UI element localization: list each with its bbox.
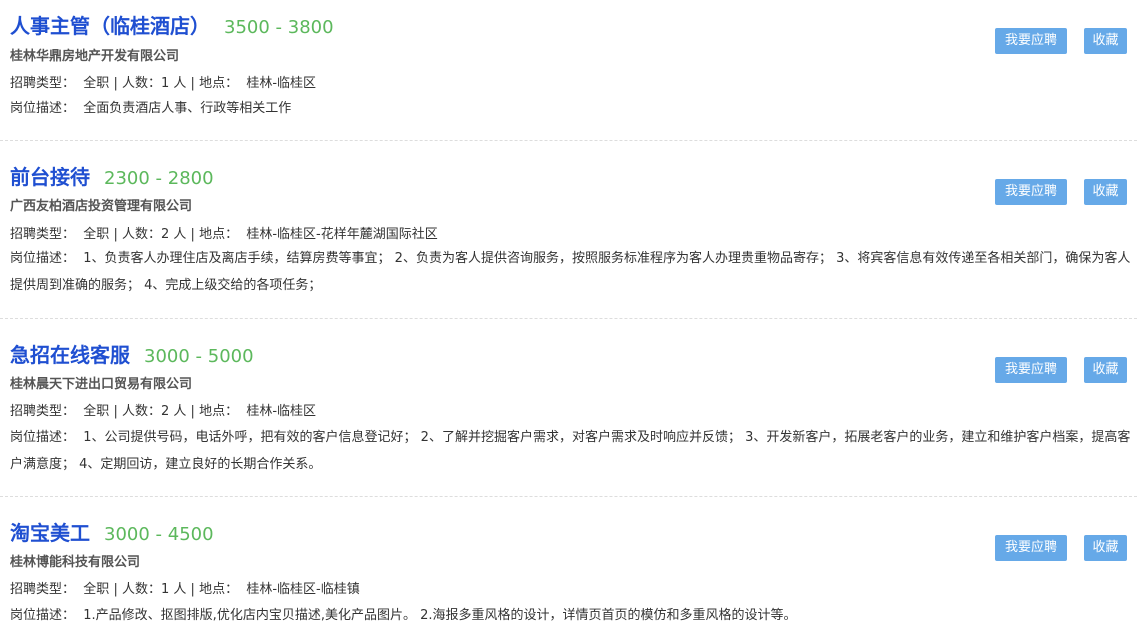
job-count: 2 人 xyxy=(160,404,187,419)
company-name[interactable]: 桂林博能科技有限公司 xyxy=(10,551,140,570)
type-label: 招聘类型： xyxy=(10,582,76,597)
company-name[interactable]: 广西友柏酒店投资管理有限公司 xyxy=(10,195,192,214)
location-label: 地点： xyxy=(199,227,239,242)
job-title-link[interactable]: 人事主管（临桂酒店） xyxy=(10,14,210,38)
job-count: 2 人 xyxy=(160,227,187,242)
apply-button[interactable]: 我要应聘 xyxy=(995,179,1067,205)
count-label: 人数： xyxy=(121,227,161,242)
job-location: 桂林-临桂区 xyxy=(246,76,317,91)
favorite-button[interactable]: 收藏 xyxy=(1084,535,1127,561)
desc-text: 1、负责客人办理住店及离店手续，结算房费等事宜； 2、负责为客人提供咨询服务，按… xyxy=(10,251,1131,293)
job-count: 1 人 xyxy=(160,582,187,597)
job-type: 全职 xyxy=(83,404,110,419)
job-info: 招聘类型： 全职 | 人数：2 人 | 地点： 桂林-临桂区-花样年麓湖国际社区 xyxy=(10,227,438,242)
job-info: 招聘类型： 全职 | 人数：2 人 | 地点： 桂林-临桂区 xyxy=(10,404,317,419)
job-title-link[interactable]: 前台接待 xyxy=(10,165,90,189)
job-count: 1 人 xyxy=(160,76,187,91)
job-title-row: 人事主管（临桂酒店） 3500 - 3800 xyxy=(10,10,334,39)
count-label: 人数： xyxy=(121,582,161,597)
location-label: 地点： xyxy=(199,404,239,419)
location-label: 地点： xyxy=(199,76,239,91)
job-salary: 2300 - 2800 xyxy=(104,168,214,189)
type-label: 招聘类型： xyxy=(10,76,76,91)
company-name[interactable]: 桂林华鼎房地产开发有限公司 xyxy=(10,45,179,64)
job-location: 桂林-临桂区 xyxy=(246,404,317,419)
desc-text: 1.产品修改、抠图排版,优化店内宝贝描述,美化产品图片。 2.海报多重风格的设计… xyxy=(83,608,797,623)
job-type: 全职 xyxy=(83,76,110,91)
apply-button[interactable]: 我要应聘 xyxy=(995,28,1067,54)
apply-button[interactable]: 我要应聘 xyxy=(995,535,1067,561)
desc-text: 全面负责酒店人事、行政等相关工作 xyxy=(83,101,292,116)
job-info: 招聘类型： 全职 | 人数：1 人 | 地点： 桂林-临桂区-临桂镇 xyxy=(10,582,360,597)
desc-label: 岗位描述： xyxy=(10,430,76,445)
job-info: 招聘类型： 全职 | 人数：1 人 | 地点： 桂林-临桂区 xyxy=(10,76,317,91)
job-item: 急招在线客服 3000 - 5000 桂林晨天下进出口贸易有限公司 招聘类型： 全… xyxy=(0,319,1137,497)
job-title-row: 淘宝美工 3000 - 4500 xyxy=(10,517,214,546)
type-label: 招聘类型： xyxy=(10,404,76,419)
job-title-link[interactable]: 急招在线客服 xyxy=(10,343,130,367)
job-title-row: 前台接待 2300 - 2800 xyxy=(10,161,214,190)
favorite-button[interactable]: 收藏 xyxy=(1084,357,1127,383)
job-description: 岗位描述： 1、公司提供号码，电话外呼，把有效的客户信息登记好； 2、了解并挖掘… xyxy=(10,424,1132,478)
count-label: 人数： xyxy=(121,404,161,419)
desc-label: 岗位描述： xyxy=(10,101,76,116)
job-salary: 3000 - 4500 xyxy=(104,524,214,545)
job-description: 岗位描述： 1.产品修改、抠图排版,优化店内宝贝描述,美化产品图片。 2.海报多… xyxy=(10,602,1132,629)
job-salary: 3500 - 3800 xyxy=(224,17,334,38)
job-description: 岗位描述： 全面负责酒店人事、行政等相关工作 xyxy=(10,95,1132,122)
job-description: 岗位描述： 1、负责客人办理住店及离店手续，结算房费等事宜； 2、负责为客人提供… xyxy=(10,245,1132,299)
job-location: 桂林-临桂区-临桂镇 xyxy=(246,582,360,597)
desc-label: 岗位描述： xyxy=(10,251,76,266)
apply-button[interactable]: 我要应聘 xyxy=(995,357,1067,383)
job-salary: 3000 - 5000 xyxy=(144,346,254,367)
favorite-button[interactable]: 收藏 xyxy=(1084,179,1127,205)
desc-label: 岗位描述： xyxy=(10,608,76,623)
type-label: 招聘类型： xyxy=(10,227,76,242)
job-title-link[interactable]: 淘宝美工 xyxy=(10,521,90,545)
job-item: 前台接待 2300 - 2800 广西友柏酒店投资管理有限公司 招聘类型： 全职 … xyxy=(0,141,1137,319)
count-label: 人数： xyxy=(121,76,161,91)
job-item: 人事主管（临桂酒店） 3500 - 3800 桂林华鼎房地产开发有限公司 招聘类型… xyxy=(0,0,1137,141)
job-type: 全职 xyxy=(83,582,110,597)
company-name[interactable]: 桂林晨天下进出口贸易有限公司 xyxy=(10,373,192,392)
job-location: 桂林-临桂区-花样年麓湖国际社区 xyxy=(246,227,438,242)
desc-text: 1、公司提供号码，电话外呼，把有效的客户信息登记好； 2、了解并挖掘客户需求，对… xyxy=(10,430,1131,472)
favorite-button[interactable]: 收藏 xyxy=(1084,28,1127,54)
job-type: 全职 xyxy=(83,227,110,242)
location-label: 地点： xyxy=(199,582,239,597)
job-title-row: 急招在线客服 3000 - 5000 xyxy=(10,339,254,368)
job-item: 淘宝美工 3000 - 4500 桂林博能科技有限公司 招聘类型： 全职 | 人数… xyxy=(0,497,1137,629)
job-list: 人事主管（临桂酒店） 3500 - 3800 桂林华鼎房地产开发有限公司 招聘类型… xyxy=(0,0,1137,629)
